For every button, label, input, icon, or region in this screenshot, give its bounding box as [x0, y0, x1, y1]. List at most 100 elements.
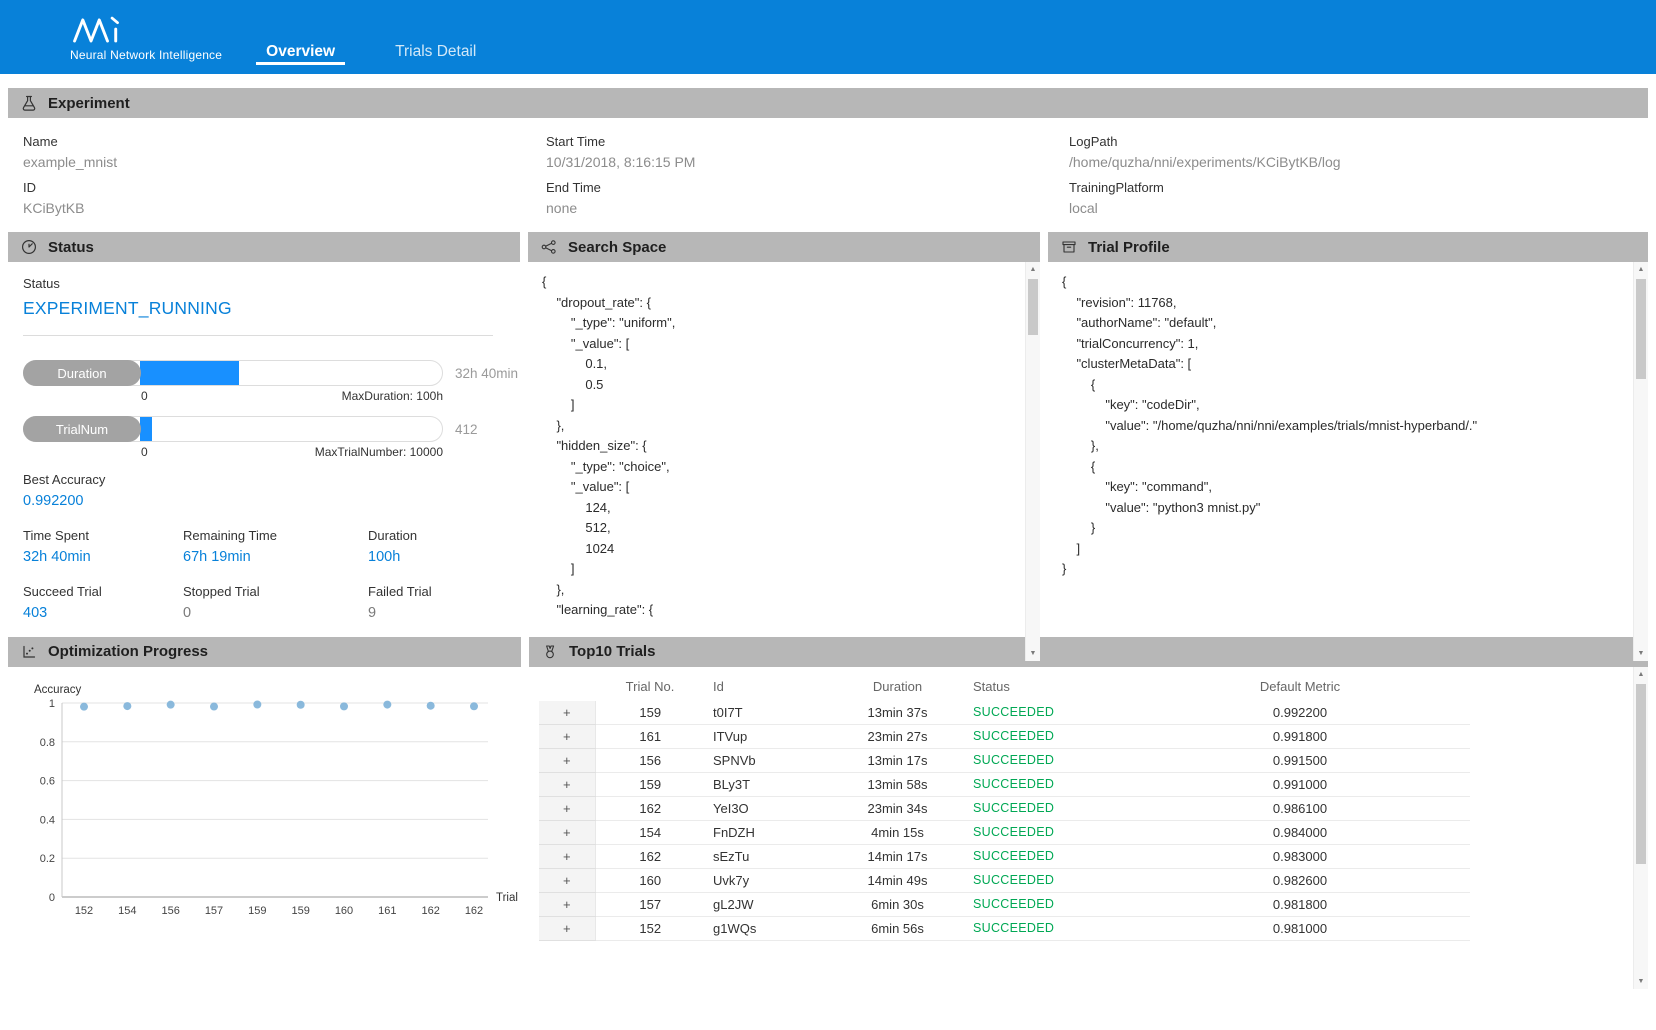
search-space-scrollbar[interactable]: ▲ ▼ [1025, 262, 1040, 661]
field-value: none [546, 200, 1069, 216]
field-label: ID [23, 180, 546, 195]
scroll-up-icon[interactable]: ▲ [1634, 667, 1648, 682]
experiment-title: Experiment [48, 95, 130, 112]
duration-cell: 4min 15s [830, 820, 965, 844]
scroll-thumb[interactable] [1028, 279, 1038, 335]
scroll-thumb[interactable] [1636, 279, 1646, 379]
filler-cell [1470, 844, 1620, 868]
svg-text:0: 0 [49, 892, 55, 904]
table-row: + 161 ITVup 23min 27s SUCCEEDED 0.991800 [539, 724, 1620, 748]
metric-cell: 0.981800 [1130, 892, 1470, 916]
expand-row-button[interactable]: + [540, 823, 594, 842]
scatter-chart-icon [20, 643, 38, 661]
experiment-field-id: ID KCiBytKB [23, 180, 546, 216]
network-nodes-icon [540, 238, 558, 256]
trial-id-cell: BLy3T [705, 772, 830, 796]
duration-progress-fill [140, 361, 239, 385]
trial-profile-scrollbar[interactable]: ▲ ▼ [1633, 262, 1648, 661]
expand-cell: + [539, 796, 595, 820]
field-value: /home/quzha/nni/experiments/KCiBytKB/log [1069, 154, 1648, 170]
tab-trials-detail[interactable]: Trials Detail [393, 43, 478, 74]
expand-row-button[interactable]: + [540, 727, 594, 746]
metric-cell: 0.983000 [1130, 844, 1470, 868]
status-panel: Status Status EXPERIMENT_RUNNING Duratio… [8, 232, 520, 631]
navbar: Neural Network Intelligence Overview Tri… [0, 0, 1656, 74]
stat-time-spent: Time Spent 32h 40min [23, 528, 183, 565]
status-panel-title: Status [48, 239, 94, 256]
accuracy-chart-area: 00.20.40.60.8115215415615715915916016116… [8, 667, 521, 989]
duration-cell: 23min 34s [830, 796, 965, 820]
tab-overview[interactable]: Overview [264, 43, 337, 74]
table-row: + 157 gL2JW 6min 30s SUCCEEDED 0.981800 [539, 892, 1620, 916]
metric-cell: 0.992200 [1130, 701, 1470, 725]
middle-row: Status Status EXPERIMENT_RUNNING Duratio… [8, 232, 1648, 631]
trialnum-progress-fill [140, 417, 152, 441]
trial-no-cell: 156 [595, 748, 705, 772]
expand-row-button[interactable]: + [540, 799, 594, 818]
expand-row-button[interactable]: + [540, 751, 594, 770]
svg-text:0.4: 0.4 [40, 814, 55, 826]
trial-id-cell: t0I7T [705, 701, 830, 725]
filler-cell [1470, 916, 1620, 940]
status-cell: SUCCEEDED [965, 892, 1130, 916]
expand-cell: + [539, 820, 595, 844]
svg-text:0.2: 0.2 [40, 853, 55, 865]
nav-tabs: Overview Trials Detail [264, 0, 478, 74]
table-row: + 154 FnDZH 4min 15s SUCCEEDED 0.984000 [539, 820, 1620, 844]
trial-id-cell: FnDZH [705, 820, 830, 844]
scroll-down-icon[interactable]: ▼ [1634, 646, 1648, 661]
trial-no-cell: 159 [595, 772, 705, 796]
metric-cell: 0.981000 [1130, 916, 1470, 940]
trial-id-cell: sEzTu [705, 844, 830, 868]
trial-no-cell: 159 [595, 701, 705, 725]
expand-row-button[interactable]: + [540, 919, 594, 938]
column-filler [1470, 673, 1620, 701]
scroll-track[interactable] [1026, 277, 1040, 646]
trial-id-cell: YeI3O [705, 796, 830, 820]
scroll-down-icon[interactable]: ▼ [1026, 646, 1040, 661]
trial-no-cell: 152 [595, 916, 705, 940]
column-trial-no: Trial No. [595, 673, 705, 701]
best-accuracy: Best Accuracy 0.992200 [23, 472, 520, 509]
scroll-track[interactable] [1634, 277, 1648, 646]
expand-cell: + [539, 892, 595, 916]
duration-cell: 14min 17s [830, 844, 965, 868]
top10-trials-table: Trial No. Id Duration Status Default Met… [539, 673, 1620, 941]
expand-cell: + [539, 868, 595, 892]
scroll-down-icon[interactable]: ▼ [1634, 974, 1648, 989]
expand-row-button[interactable]: + [540, 703, 594, 722]
brand-text: Neural Network Intelligence [70, 48, 222, 62]
filler-cell [1470, 820, 1620, 844]
expand-cell: + [539, 844, 595, 868]
duration-cell: 13min 17s [830, 748, 965, 772]
experiment-fields: Name example_mnist ID KCiBytKB Start Tim… [8, 118, 1648, 232]
svg-text:Trial: Trial [496, 892, 518, 904]
status-cell: SUCCEEDED [965, 868, 1130, 892]
stat-stopped-trial: Stopped Trial 0 [183, 584, 368, 621]
scroll-up-icon[interactable]: ▲ [1634, 262, 1648, 277]
field-value: KCiBytKB [23, 200, 546, 216]
expand-column-header [539, 673, 595, 701]
trialnum-max: MaxTrialNumber: 10000 [315, 445, 443, 459]
expand-row-button[interactable]: + [540, 871, 594, 890]
table-row: + 159 BLy3T 13min 58s SUCCEEDED 0.991000 [539, 772, 1620, 796]
svg-text:152: 152 [75, 905, 93, 917]
svg-text:Accuracy: Accuracy [34, 684, 82, 696]
top10-scrollbar[interactable]: ▲ ▼ [1633, 667, 1648, 989]
accuracy-scatter-chart: 00.20.40.60.8115215415615715915916016116… [16, 679, 521, 924]
scroll-thumb[interactable] [1636, 684, 1646, 864]
scroll-track[interactable] [1634, 682, 1648, 974]
field-value: local [1069, 200, 1648, 216]
search-space-header: Search Space [528, 232, 1040, 262]
metric-cell: 0.991000 [1130, 772, 1470, 796]
svg-text:1: 1 [49, 698, 55, 710]
expand-row-button[interactable]: + [540, 895, 594, 914]
trialnum-progress-value: 412 [455, 422, 478, 437]
expand-row-button[interactable]: + [540, 775, 594, 794]
scroll-up-icon[interactable]: ▲ [1026, 262, 1040, 277]
expand-cell: + [539, 701, 595, 725]
expand-cell: + [539, 772, 595, 796]
column-status: Status [965, 673, 1130, 701]
filler-cell [1470, 772, 1620, 796]
expand-row-button[interactable]: + [540, 847, 594, 866]
